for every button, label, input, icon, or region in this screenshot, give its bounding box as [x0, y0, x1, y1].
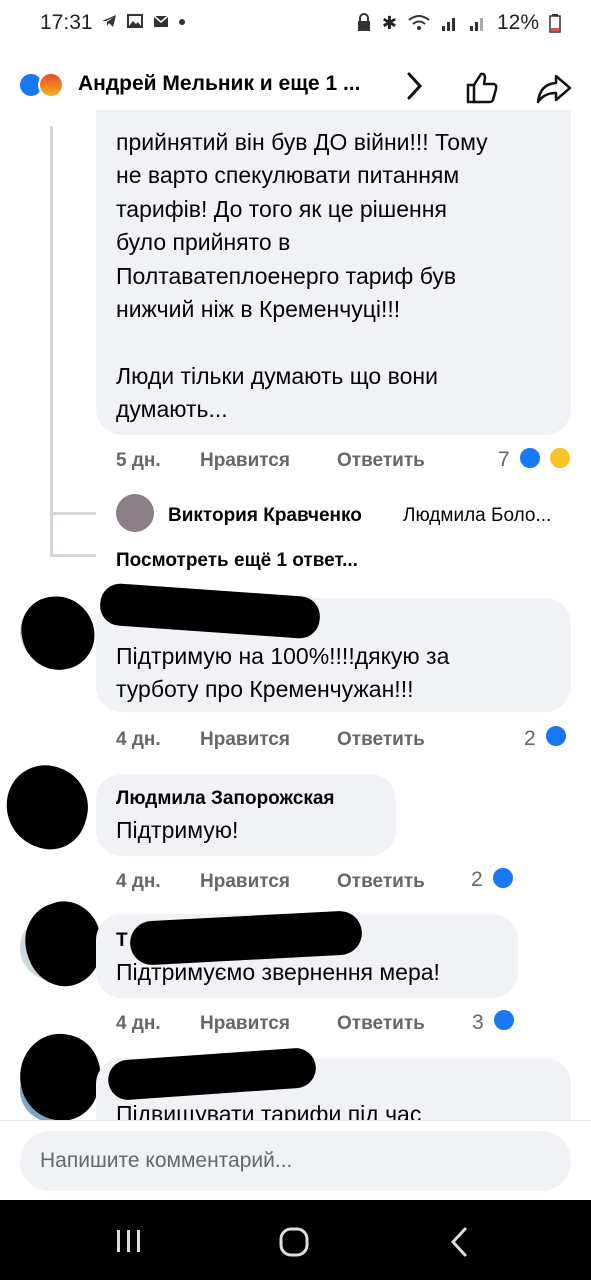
share-icon[interactable]	[534, 68, 574, 108]
gallery-icon	[127, 14, 143, 28]
status-time: 17:31	[40, 11, 93, 34]
like-comment-button[interactable]: Нравится	[200, 871, 290, 893]
comment-line: тарифів! До того як це рішення	[116, 196, 447, 222]
thread-line	[50, 554, 96, 557]
reply-button[interactable]: Ответить	[337, 729, 425, 751]
bluetooth-icon: ✱	[381, 13, 397, 33]
reaction-count[interactable]: 3	[472, 1011, 484, 1035]
like-comment-button[interactable]: Нравится	[200, 729, 290, 751]
redaction-mark	[15, 589, 101, 677]
comment-line: Підтримуємо звернення мера!	[116, 959, 440, 985]
like-reaction-icon	[492, 1008, 516, 1032]
reply-button[interactable]: Ответить	[337, 450, 425, 472]
comment-time[interactable]: 4 дн.	[116, 1013, 161, 1035]
reply-preview-text[interactable]: Людмила Боло...	[403, 505, 551, 527]
haha-reaction-icon	[548, 446, 572, 470]
comment-line: Підтримую!	[116, 817, 239, 843]
recent-apps-icon[interactable]	[114, 1228, 144, 1254]
view-more-replies-link[interactable]: Посмотреть ещё 1 ответ...	[116, 550, 358, 572]
signal-icon	[469, 18, 483, 31]
comment-author-name[interactable]: Людмила Запорожская	[116, 788, 334, 810]
comment-line: не варто спекулювати питанням	[116, 162, 460, 188]
back-icon[interactable]	[448, 1226, 470, 1258]
status-bar: 17:31 ✱ 12%	[0, 0, 591, 46]
comment-line: прийнятий він був ДО війни!!! Тому	[116, 129, 488, 155]
reaction-summary[interactable]	[18, 70, 74, 100]
reply-button[interactable]: Ответить	[337, 1013, 425, 1035]
battery-icon	[549, 14, 561, 33]
wifi-icon	[408, 15, 430, 30]
thread-line	[50, 512, 96, 515]
reaction-count[interactable]: 2	[524, 727, 536, 751]
like-reaction-icon	[518, 446, 542, 470]
comment-line: нижчий ніж в Кременчуці!!!	[116, 296, 401, 322]
like-reaction-icon	[544, 724, 568, 748]
battery-percent: 12%	[496, 11, 539, 34]
reaction-count[interactable]: 2	[471, 868, 483, 892]
reply-author-name[interactable]: Виктория Кравченко	[168, 505, 362, 527]
comment-line: Люди тільки думають що вони	[116, 363, 438, 389]
like-button-icon[interactable]	[462, 68, 502, 108]
telegram-icon	[102, 15, 116, 27]
system-nav-bar	[0, 1200, 591, 1280]
home-icon[interactable]	[278, 1226, 310, 1258]
thread-line	[50, 126, 53, 554]
comment-time[interactable]: 5 дн.	[116, 450, 161, 472]
reply-button[interactable]: Ответить	[337, 871, 425, 893]
chevron-right-icon[interactable]	[404, 68, 426, 104]
comment-author-name[interactable]: Т	[116, 930, 128, 952]
angry-reaction-icon	[38, 72, 64, 98]
like-comment-button[interactable]: Нравится	[200, 1013, 290, 1035]
lock-icon	[357, 13, 370, 31]
dot-icon	[179, 19, 185, 25]
reactors-title[interactable]: Андрей Мельник и еще 1 ...	[78, 72, 360, 96]
comment-line: Підтримую на 100%!!!!дякую за	[116, 643, 450, 669]
redaction-mark	[13, 1027, 107, 1127]
reaction-count[interactable]: 7	[498, 448, 510, 472]
like-comment-button[interactable]: Нравится	[200, 450, 290, 472]
comment-line: Полтаватеплоенерго тариф був	[116, 263, 457, 289]
comment-time[interactable]: 4 дн.	[116, 729, 161, 751]
comment-time[interactable]: 4 дн.	[116, 871, 161, 893]
signal-icon	[441, 18, 455, 31]
comment-line: турботу про Кременчужан!!!	[116, 676, 414, 702]
like-reaction-icon	[491, 866, 515, 890]
avatar[interactable]	[116, 494, 154, 532]
redaction-mark	[0, 755, 99, 859]
comment-line: думають...	[116, 396, 228, 422]
comment-line: було прийнято в	[116, 229, 291, 255]
comment-composer: Напишите комментарий...	[0, 1120, 591, 1200]
mail-icon	[153, 15, 169, 27]
comment-input[interactable]: Напишите комментарий...	[20, 1131, 571, 1191]
